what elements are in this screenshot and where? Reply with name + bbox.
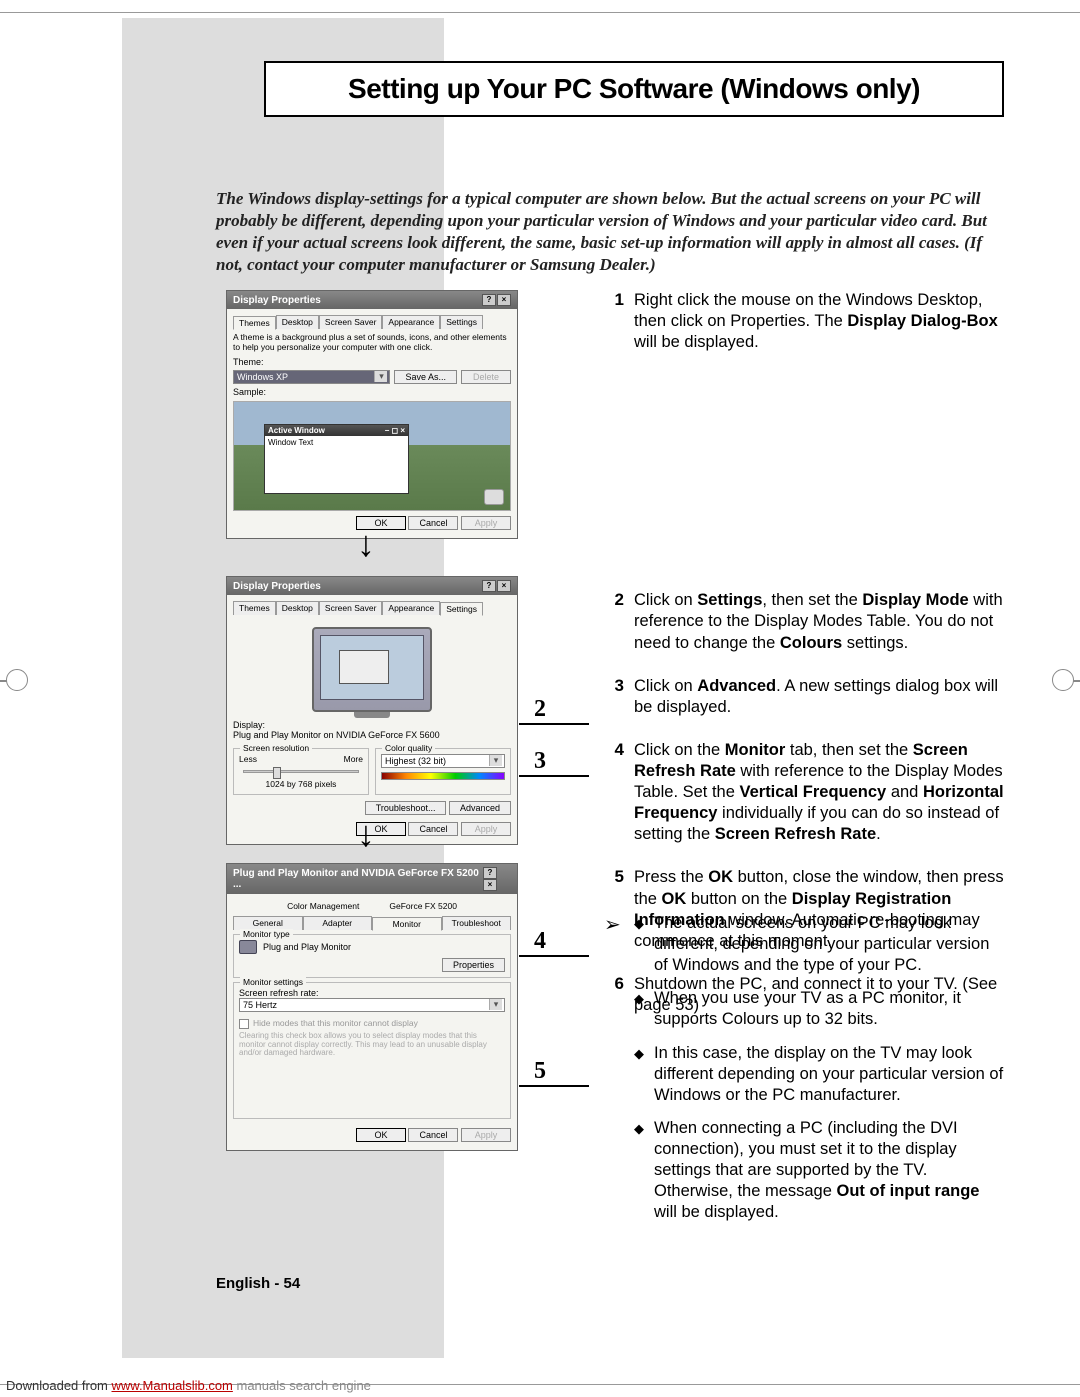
tab-settings[interactable]: Settings [440, 602, 483, 616]
tab-monitor[interactable]: Monitor [372, 917, 442, 931]
cancel-button[interactable]: Cancel [408, 516, 458, 530]
display-value: Plug and Play Monitor on NVIDIA GeForce … [233, 730, 511, 740]
cancel-button[interactable]: Cancel [408, 1128, 458, 1142]
refresh-rate-label: Screen refresh rate: [239, 988, 505, 998]
tab-desktop[interactable]: Desktop [276, 601, 319, 615]
monitor-name: Plug and Play Monitor [263, 942, 351, 952]
tab-themes[interactable]: Themes [233, 601, 276, 615]
tab-geforce[interactable]: GeForce FX 5200 [384, 900, 462, 912]
tab-screensaver[interactable]: Screen Saver [319, 315, 383, 329]
display-label: Display: [233, 720, 511, 730]
monitor-settings-legend: Monitor settings [240, 977, 306, 987]
callout-5: 5 [534, 1058, 546, 1085]
dialog-title-bar: Display Properties ?× [227, 577, 517, 595]
tab-adapter[interactable]: Adapter [303, 916, 373, 930]
cancel-button[interactable]: Cancel [408, 822, 458, 836]
tabs-row: Themes Desktop Screen Saver Appearance S… [233, 315, 511, 329]
dialog-title-bar: Plug and Play Monitor and NVIDIA GeForce… [227, 864, 517, 894]
monitor-icon [239, 940, 257, 954]
tabs-row-upper: Color Management GeForce FX 5200 [233, 900, 511, 912]
manualslib-link[interactable]: www.Manualslib.com [112, 1378, 233, 1393]
step-4: 4 Click on the Monitor tab, then set the… [604, 740, 1004, 846]
color-quality-legend: Color quality [382, 743, 435, 753]
note-arrow-icon: ➢ [604, 913, 634, 1235]
tab-desktop[interactable]: Desktop [276, 315, 319, 329]
help-icon[interactable]: ? [482, 294, 496, 306]
page-footer: English - 54 [216, 1275, 300, 1292]
resolution-slider[interactable] [243, 770, 359, 773]
arrow-down-icon: ↓ [357, 523, 375, 565]
recycle-bin-icon [484, 489, 504, 505]
sample-label: Sample: [233, 387, 266, 397]
note-4: When connecting a PC (including the DVI … [634, 1118, 1004, 1224]
tabs-row-lower: General Adapter Monitor Troubleshoot [233, 916, 511, 930]
notes-block: ➢ The actual screens on your PC may look… [604, 913, 1004, 1235]
refresh-rate-dropdown[interactable]: 75 Hertz [239, 998, 505, 1012]
tabs-row: Themes Desktop Screen Saver Appearance S… [233, 601, 511, 615]
tab-appearance[interactable]: Appearance [382, 601, 440, 615]
apply-button[interactable]: Apply [461, 516, 511, 530]
page-title: Setting up Your PC Software (Windows onl… [348, 73, 920, 105]
tab-troubleshoot[interactable]: Troubleshoot [442, 916, 512, 930]
callout-2: 2 [534, 696, 546, 723]
sample-active-window: Active Window− ◻ × Window Text [264, 424, 409, 494]
note-2: When you use your TV as a PC monitor, it… [634, 988, 1004, 1030]
screen-resolution-legend: Screen resolution [240, 743, 312, 753]
hide-modes-label: Hide modes that this monitor cannot disp… [253, 1018, 418, 1028]
apply-button[interactable]: Apply [461, 1128, 511, 1142]
tab-screensaver[interactable]: Screen Saver [319, 601, 383, 615]
hide-modes-hint: Clearing this check box allows you to se… [239, 1032, 505, 1058]
page-title-box: Setting up Your PC Software (Windows onl… [264, 61, 1004, 117]
apply-button[interactable]: Apply [461, 822, 511, 836]
color-quality-dropdown[interactable]: Highest (32 bit) [381, 754, 505, 768]
monitor-preview-icon [312, 627, 432, 712]
step-3: 3 Click on Advanced. A new settings dial… [604, 676, 1004, 718]
callout-4: 4 [534, 928, 546, 955]
tab-themes[interactable]: Themes [233, 316, 276, 330]
display-properties-settings-dialog: Display Properties ?× Themes Desktop Scr… [226, 576, 518, 845]
intro-paragraph: The Windows display-settings for a typic… [216, 188, 1006, 276]
step-2: 2 Click on Settings, then set the Displa… [604, 590, 1004, 653]
step-1: 1 Right click the mouse on the Windows D… [604, 290, 1004, 353]
themes-description: A theme is a background plus a set of so… [233, 333, 511, 353]
help-icon[interactable]: ? [482, 580, 496, 592]
hide-modes-checkbox[interactable] [239, 1019, 249, 1029]
monitor-properties-dialog: Plug and Play Monitor and NVIDIA GeForce… [226, 863, 518, 1151]
theme-sample-preview: Active Window− ◻ × Window Text [233, 401, 511, 511]
tab-settings[interactable]: Settings [440, 315, 483, 329]
close-icon[interactable]: × [497, 294, 511, 306]
help-icon[interactable]: ? [483, 867, 497, 879]
color-gradient-preview [381, 772, 505, 780]
arrow-down-icon: ↓ [357, 813, 375, 855]
display-properties-themes-dialog: Display Properties ?× Themes Desktop Scr… [226, 290, 518, 539]
tab-general[interactable]: General [233, 916, 303, 930]
note-1: The actual screens on your PC may look d… [634, 913, 1004, 976]
tab-appearance[interactable]: Appearance [382, 315, 440, 329]
delete-button[interactable]: Delete [461, 370, 511, 384]
resolution-value: 1024 by 768 pixels [239, 779, 363, 789]
properties-button[interactable]: Properties [442, 958, 505, 972]
download-footer: Downloaded from www.Manualslib.com manua… [6, 1378, 371, 1393]
theme-label: Theme: [233, 357, 264, 367]
theme-dropdown[interactable]: Windows XP [233, 370, 390, 384]
note-3: In this case, the display on the TV may … [634, 1043, 1004, 1106]
callout-3: 3 [534, 748, 546, 775]
tab-color-management[interactable]: Color Management [282, 900, 364, 912]
close-icon[interactable]: × [483, 879, 497, 891]
dialog-title-bar: Display Properties ?× [227, 291, 517, 309]
troubleshoot-button[interactable]: Troubleshoot... [365, 801, 447, 815]
save-as-button[interactable]: Save As... [394, 370, 457, 384]
advanced-button[interactable]: Advanced [449, 801, 511, 815]
close-icon[interactable]: × [497, 580, 511, 592]
monitor-type-legend: Monitor type [240, 929, 293, 939]
ok-button[interactable]: OK [356, 1128, 406, 1142]
